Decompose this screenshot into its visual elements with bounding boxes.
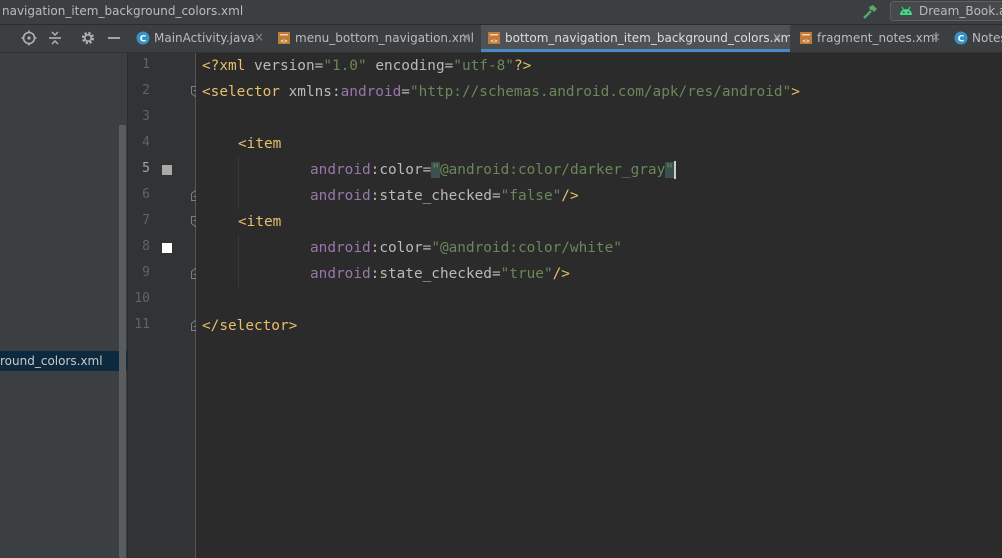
tab-bottom-navigation-item-background-colors[interactable]: <> bottom_navigation_item_background_col… — [481, 25, 790, 52]
code-line-11: </selector> — [202, 318, 298, 334]
svg-text:<>: <> — [490, 38, 498, 45]
project-tree-item-selected[interactable]: round_colors.xml — [0, 351, 127, 371]
gutter-line: 9 — [128, 261, 200, 287]
run-configuration-label: Dream_Book.app — [919, 4, 1002, 18]
text-caret — [673, 161, 676, 179]
xml-file-icon: <> — [278, 32, 290, 45]
run-configuration-selector[interactable]: Dream_Book.app — [890, 1, 1002, 21]
project-tree-item-label: round_colors.xml — [0, 354, 103, 368]
gutter-line: 2 — [128, 79, 200, 105]
xml-file-icon: <> — [488, 32, 500, 45]
line-number: 1 — [142, 57, 150, 72]
crosshair-icon[interactable] — [21, 30, 37, 46]
xml-file-icon: <> — [800, 32, 812, 45]
code-line-2: <selector xmlns:android="http://schemas.… — [202, 84, 800, 100]
editor-gutter: 1 2 3 4 5 6 7 8 9 10 11 — [128, 53, 200, 558]
tab-close-icon[interactable]: × — [254, 30, 264, 44]
title-bar: navigation_item_background_colors.xml Dr… — [0, 0, 1002, 25]
editor-tab-strip: C MainActivity.java × <> menu_bottom_nav… — [0, 25, 1002, 53]
android-icon — [900, 6, 912, 15]
line-number: 6 — [142, 187, 150, 202]
gutter-line: 6 — [128, 183, 200, 209]
build-hammer-icon[interactable] — [861, 3, 879, 21]
svg-text:C: C — [958, 35, 965, 45]
minimize-icon[interactable] — [106, 30, 122, 46]
tab-menu-bottom-navigation[interactable]: <> menu_bottom_navigation.xml × — [271, 25, 478, 52]
indent-guide — [238, 157, 239, 209]
code-line-4: <item — [238, 136, 282, 152]
line-number: 10 — [134, 291, 150, 306]
code-editor[interactable]: <?xml version="1.0" encoding="utf-8"?> <… — [196, 53, 1002, 558]
code-line-7: <item — [238, 214, 282, 230]
tab-mainactivity[interactable]: C MainActivity.java × — [130, 25, 271, 52]
tab-fragment-notes[interactable]: <> fragment_notes.xml × — [793, 25, 948, 52]
tab-close-icon[interactable]: × — [772, 30, 782, 44]
line-number: 5 — [142, 161, 150, 176]
gutter-line: 3 — [128, 105, 196, 131]
color-swatch-icon[interactable] — [162, 243, 172, 253]
gear-icon[interactable] — [80, 30, 96, 46]
tab-notes[interactable]: C Notes — [948, 25, 1002, 52]
line-number: 9 — [142, 265, 150, 280]
svg-text:<>: <> — [802, 38, 810, 45]
line-number: 7 — [142, 213, 150, 228]
gutter-line: 10 — [128, 287, 196, 313]
code-line-8: android:color="@android:color/white" — [310, 240, 622, 256]
code-line-9: android:state_checked="true"/> — [310, 266, 570, 282]
code-line-5: android:color="@android:color/darker_gra… — [310, 161, 676, 179]
code-line-1: <?xml version="1.0" encoding="utf-8"?> — [202, 58, 532, 74]
line-number: 11 — [134, 317, 150, 332]
collapse-icon[interactable] — [47, 30, 63, 46]
gutter-line: 7 — [128, 209, 200, 235]
gutter-line: 8 — [128, 235, 196, 261]
svg-text:C: C — [140, 35, 147, 45]
java-class-icon: C — [954, 31, 968, 45]
tab-label: bottom_navigation_item_background_colors… — [505, 31, 790, 45]
gutter-line: 4 — [128, 131, 196, 157]
line-number: 8 — [142, 239, 150, 254]
gutter-line: 1 — [128, 53, 196, 79]
project-panel: round_colors.xml — [0, 53, 127, 558]
indent-guide — [238, 235, 239, 287]
code-line-6: android:state_checked="false"/> — [310, 188, 579, 204]
line-number: 4 — [142, 135, 150, 150]
svg-text:<>: <> — [280, 38, 288, 45]
tab-label: menu_bottom_navigation.xml — [295, 31, 474, 45]
tab-label: Notes — [972, 31, 1002, 45]
window-file-title: navigation_item_background_colors.xml — [2, 4, 244, 18]
gutter-line-current: 5 — [128, 157, 196, 183]
color-swatch-icon[interactable] — [162, 165, 172, 175]
tab-label: fragment_notes.xml — [817, 31, 938, 45]
project-panel-scrollbar[interactable] — [119, 125, 126, 558]
line-number: 2 — [142, 83, 150, 98]
tab-label: MainActivity.java — [154, 31, 255, 45]
tab-close-icon[interactable]: × — [931, 30, 941, 44]
line-number: 3 — [142, 109, 150, 124]
gutter-line: 11 — [128, 313, 200, 339]
tab-close-icon[interactable]: × — [461, 30, 471, 44]
java-class-icon: C — [136, 31, 150, 45]
